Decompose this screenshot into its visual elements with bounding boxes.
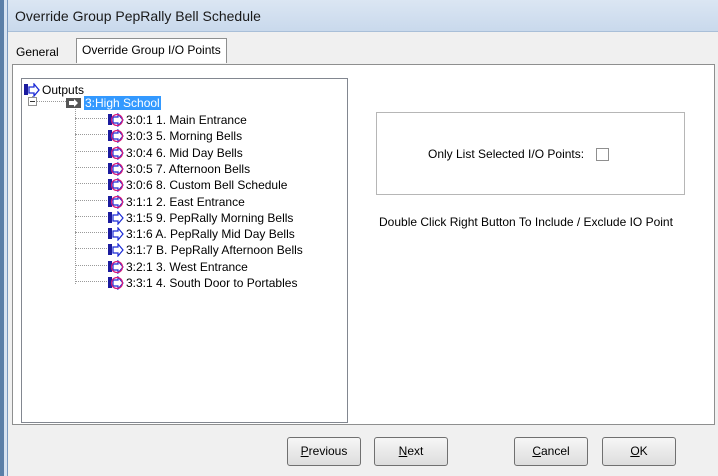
- only-list-selected-label: Only List Selected I/O Points:: [428, 147, 585, 161]
- group-output-icon: [66, 97, 81, 108]
- included-output-icon: [108, 226, 124, 241]
- tab-general[interactable]: General: [12, 42, 63, 62]
- include-exclude-hint: Double Click Right Button To Include / E…: [379, 215, 673, 229]
- tree-item-label: 3:0:5 7. Afternoon Bells: [126, 161, 251, 176]
- tree-connector: [75, 265, 107, 266]
- bell-output-icon: [108, 161, 124, 176]
- bell-output-icon: [108, 112, 124, 127]
- bell-output-icon: [108, 275, 124, 290]
- tree-connector: [75, 183, 107, 184]
- tree-item[interactable]: 3:0:4 6. Mid Day Bells: [108, 144, 243, 160]
- tree-item[interactable]: 3:0:1 1. Main Entrance: [108, 111, 247, 127]
- tree-connector: [75, 167, 107, 168]
- tree-item-label: 3:1:6 A. PepRally Mid Day Bells: [126, 226, 295, 241]
- bell-output-icon: [108, 259, 124, 274]
- tree-connector: [75, 248, 107, 249]
- previous-button[interactable]: Previous: [287, 437, 361, 466]
- tree-connector: [75, 200, 107, 201]
- tree-item[interactable]: 3:1:6 A. PepRally Mid Day Bells: [108, 225, 295, 241]
- ok-accel-key: O: [630, 444, 640, 458]
- collapse-toggle[interactable]: [28, 97, 37, 106]
- next-label: ext: [407, 444, 424, 458]
- cancel-label: ancel: [540, 444, 570, 458]
- cancel-button[interactable]: Cancel: [514, 437, 588, 466]
- window-title: Override Group PepRally Bell Schedule: [15, 8, 261, 24]
- previous-label: revious: [308, 444, 348, 458]
- tree-item-label: 3:0:1 1. Main Entrance: [126, 112, 247, 127]
- tree-item[interactable]: 3:3:1 4. South Door to Portables: [108, 274, 297, 290]
- tree-connector: [75, 134, 107, 135]
- tree-group-label: 3:High School: [84, 95, 161, 110]
- cancel-accel-key: C: [532, 444, 541, 458]
- tree-item-label: 3:1:5 9. PepRally Morning Bells: [126, 210, 294, 225]
- next-button[interactable]: Next: [374, 437, 448, 466]
- io-points-tree[interactable]: Outputs 3:High School 3:0:1 1. Main Entr…: [21, 78, 348, 423]
- tree-connector: [75, 118, 107, 119]
- tree-item-label: 3:0:6 8. Custom Bell Schedule: [126, 177, 288, 192]
- tree-item[interactable]: 3:1:1 2. East Entrance: [108, 193, 245, 209]
- previous-accel-key: P: [300, 444, 309, 458]
- tree-item-label: 3:1:7 B. PepRally Afternoon Bells: [126, 242, 303, 257]
- bell-output-icon: [108, 194, 124, 209]
- title-bar[interactable]: Override Group PepRally Bell Schedule: [8, 0, 718, 32]
- tree-connector: [75, 216, 107, 217]
- tree-item-label: 3:0:4 6. Mid Day Bells: [126, 145, 243, 160]
- tree-item[interactable]: 3:0:5 7. Afternoon Bells: [108, 160, 250, 176]
- output-arrow-icon: [24, 82, 40, 97]
- included-output-icon: [108, 242, 124, 257]
- bell-output-icon: [108, 177, 124, 192]
- tree-item[interactable]: 3:1:5 9. PepRally Morning Bells: [108, 209, 293, 225]
- only-list-selected-checkbox[interactable]: [596, 148, 609, 161]
- tree-item-label: 3:2:1 3. West Entrance: [126, 259, 248, 274]
- tree-connector: [75, 232, 107, 233]
- tree-item-label: 3:3:1 4. South Door to Portables: [126, 275, 298, 290]
- dialog-window: Override Group PepRally Bell Schedule Ge…: [7, 0, 718, 476]
- tree-connector: [36, 101, 66, 102]
- bell-output-icon: [108, 145, 124, 160]
- tree-connector: [75, 109, 76, 284]
- tree-item-label: 3:1:1 2. East Entrance: [126, 194, 245, 209]
- tab-override-group-io-points[interactable]: Override Group I/O Points: [76, 38, 227, 63]
- tree-item[interactable]: 3:1:7 B. PepRally Afternoon Bells: [108, 241, 303, 257]
- tree-group-high-school[interactable]: 3:High School: [66, 94, 161, 110]
- ok-label: K: [639, 444, 648, 458]
- included-output-icon: [108, 210, 124, 225]
- bell-output-icon: [108, 128, 124, 143]
- tree-connector: [75, 281, 107, 282]
- tree-item[interactable]: 3:0:3 5. Morning Bells: [108, 127, 242, 143]
- tree-item-label: 3:0:3 5. Morning Bells: [126, 128, 243, 143]
- tab-strip: General Override Group I/O Points: [8, 38, 718, 64]
- tab-panel: Outputs 3:High School 3:0:1 1. Main Entr…: [12, 64, 715, 425]
- tree-connector: [75, 151, 107, 152]
- tree-item[interactable]: 3:2:1 3. West Entrance: [108, 258, 248, 274]
- filter-group-box: Only List Selected I/O Points:: [376, 112, 685, 195]
- ok-button[interactable]: OK: [602, 437, 676, 466]
- tree-item[interactable]: 3:0:6 8. Custom Bell Schedule: [108, 176, 287, 192]
